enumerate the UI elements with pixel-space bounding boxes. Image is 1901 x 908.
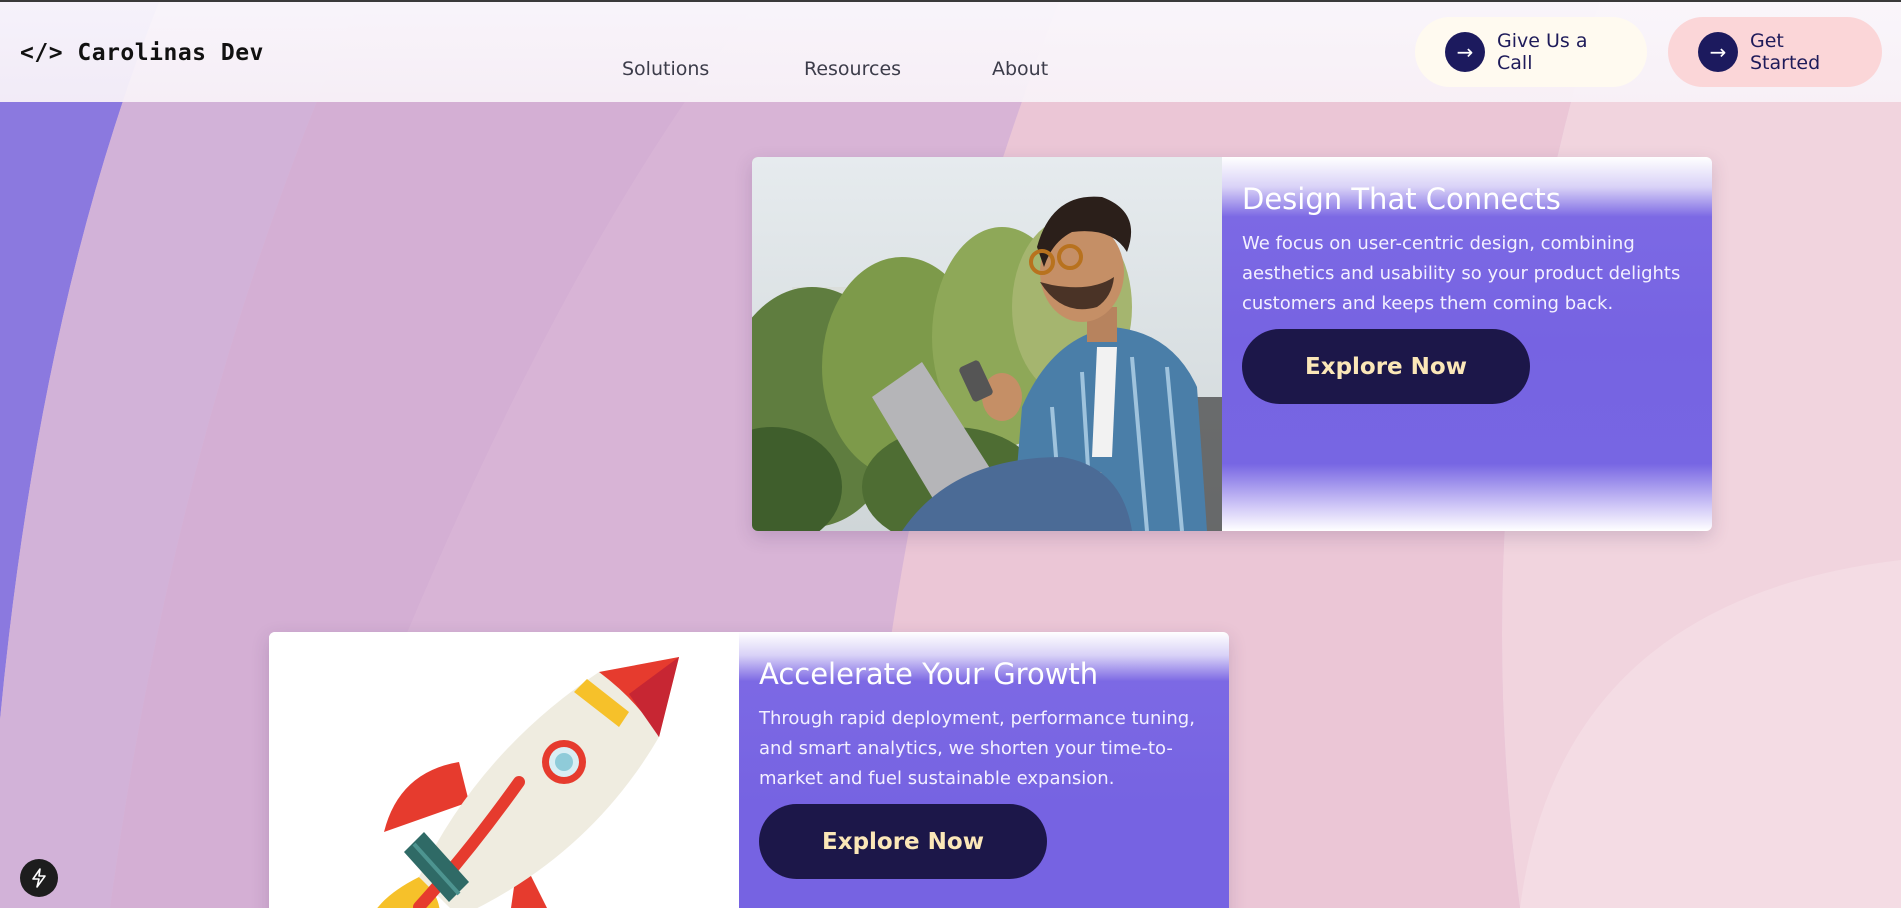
card-title: Accelerate Your Growth — [759, 657, 1099, 691]
site-logo[interactable]: </> Carolinas Dev — [20, 40, 264, 66]
rocket-illustration — [269, 632, 739, 908]
feature-card-growth-body: Accelerate Your Growth Through rapid dep… — [739, 632, 1229, 908]
nav-solutions[interactable]: Solutions — [622, 58, 709, 80]
window-top-border — [0, 0, 1901, 2]
explore-now-button[interactable]: Explore Now — [1242, 329, 1530, 404]
give-us-a-call-label: Give Us a Call — [1497, 30, 1588, 74]
nav-resources[interactable]: Resources — [804, 58, 901, 80]
explore-now-button[interactable]: Explore Now — [759, 804, 1047, 879]
lightning-bolt-icon — [32, 868, 46, 888]
card-title: Design That Connects — [1242, 182, 1561, 216]
feature-card-design: Design That Connects We focus on user-ce… — [752, 157, 1712, 531]
dev-tools-badge[interactable] — [20, 859, 58, 897]
site-header: </> Carolinas Dev Solutions Resources Ab… — [0, 2, 1901, 102]
give-us-a-call-button[interactable]: → Give Us a Call — [1415, 17, 1647, 87]
get-started-label: Get Started — [1750, 30, 1821, 74]
feature-card-growth: Accelerate Your Growth Through rapid dep… — [269, 632, 1229, 908]
person-with-laptop-and-phone-photo — [752, 157, 1222, 531]
card-description: We focus on user-centric design, combini… — [1242, 233, 1681, 314]
arrow-right-icon: → — [1698, 32, 1738, 72]
feature-card-design-body: Design That Connects We focus on user-ce… — [1222, 157, 1712, 531]
nav-about[interactable]: About — [992, 58, 1048, 80]
get-started-button[interactable]: → Get Started — [1668, 17, 1882, 87]
card-description: Through rapid deployment, performance tu… — [759, 708, 1195, 789]
arrow-right-icon: → — [1445, 32, 1485, 72]
